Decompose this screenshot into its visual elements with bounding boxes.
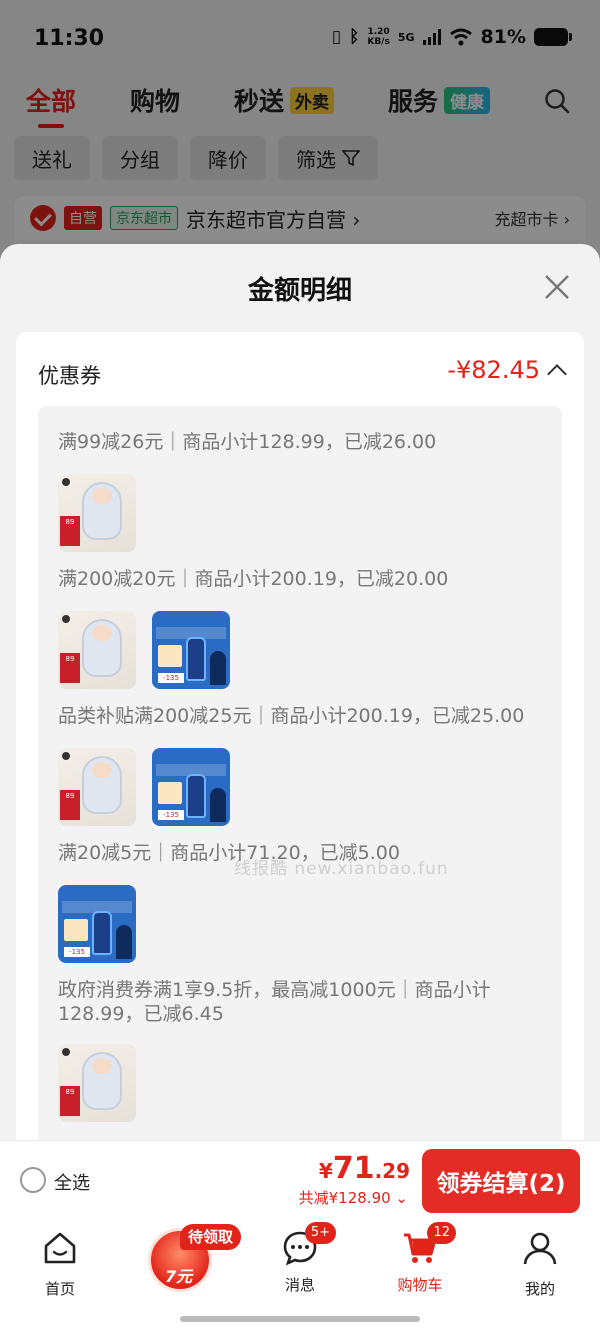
- product-thumb-cleaner[interactable]: -135: [58, 885, 136, 963]
- thumb-price-tag: -135: [158, 673, 184, 683]
- product-thumb-cleaner[interactable]: -135: [152, 611, 230, 689]
- thumb-shape: [158, 782, 182, 804]
- cart-icon-wrap: 12: [402, 1222, 456, 1266]
- nav-messages[interactable]: 5+ 消息: [260, 1222, 340, 1295]
- price-currency: ¥: [318, 1159, 333, 1183]
- thumb-shape: [92, 1058, 112, 1074]
- nav-messages-label: 消息: [284, 1276, 315, 1294]
- total-price: ¥ 71 .29: [319, 1151, 410, 1186]
- coupon-rule-text: 满200减20元｜商品小计200.19，已减20.00: [58, 568, 449, 590]
- product-thumb-baby-wrap[interactable]: 89: [58, 474, 136, 552]
- thumb-price-tag: 89: [60, 790, 80, 820]
- thumb-shape: [92, 488, 112, 504]
- thumb-price-tag: -135: [64, 947, 90, 957]
- message-icon-wrap: 5+: [282, 1222, 336, 1266]
- product-thumb-baby-wrap[interactable]: 89: [58, 1044, 136, 1122]
- thumb-price-tag: 89: [60, 1086, 80, 1116]
- coupon-amount: -¥82.45: [447, 356, 540, 384]
- nav-profile-label: 我的: [524, 1280, 555, 1298]
- thumb-shape: [92, 762, 112, 778]
- coupon-rule-text: 政府消费券满1享9.5折，最高减1000元｜商品小计128.99，已减6.45: [58, 979, 491, 1025]
- brand-logo-icon: [62, 478, 70, 486]
- coupon-rule-text: 满99减26元｜商品小计128.99，已减26.00: [58, 431, 437, 453]
- thumb-price-tag: 89: [60, 653, 80, 683]
- thumb-shape: [186, 774, 206, 818]
- coupon-rule-text: 品类补贴满200减25元｜商品小计200.19，已减25.00: [58, 705, 525, 727]
- amount-detail-sheet: 金额明细 优惠券 -¥82.45 满99减26元｜商品小计128.99，已减26…: [0, 244, 600, 1140]
- chevron-up-icon: [547, 364, 567, 384]
- home-icon: [44, 1232, 76, 1264]
- coupon-section: 优惠券 -¥82.45 满99减26元｜商品小计128.99，已减26.00 8…: [16, 332, 584, 1140]
- watermark: 线报酷 new.xianbao.fun: [234, 859, 449, 879]
- nav-profile[interactable]: 我的: [500, 1230, 580, 1299]
- coupon-label: 优惠券: [38, 364, 101, 388]
- thumb-shape: [186, 637, 206, 681]
- product-thumb-baby-wrap[interactable]: 89: [58, 611, 136, 689]
- price-decimal: .29: [374, 1159, 410, 1183]
- thumb-shape: [64, 919, 88, 941]
- checkout-button[interactable]: 领券结算(2): [422, 1149, 580, 1213]
- sheet-title: 金额明细: [247, 276, 352, 306]
- thumb-shape: [92, 625, 112, 641]
- thumb-shape: [92, 911, 112, 955]
- nav-cart-label: 购物车: [397, 1276, 443, 1294]
- total-discount-toggle[interactable]: 共减¥128.90 ⌄: [299, 1187, 408, 1208]
- brand-logo-icon: [62, 752, 70, 760]
- profile-icon: [523, 1232, 557, 1265]
- thumb-shape: [158, 645, 182, 667]
- product-thumb-baby-wrap[interactable]: 89: [58, 748, 136, 826]
- checkout-bar: 全选 ¥ 71 .29 共减¥128.90 ⌄ 领券结算(2): [0, 1140, 600, 1220]
- price-integer: 71: [332, 1151, 375, 1186]
- thumb-shape: [116, 925, 132, 959]
- nav-home-label: 首页: [44, 1280, 75, 1298]
- brand-logo-icon: [62, 615, 70, 623]
- message-badge: 5+: [304, 1222, 336, 1244]
- nav-cart[interactable]: 12 购物车: [380, 1222, 460, 1295]
- thumb-shape: [210, 788, 226, 822]
- promo-pill[interactable]: 待领取: [180, 1224, 242, 1250]
- coupon-amount-toggle[interactable]: -¥82.45: [447, 356, 567, 384]
- product-thumb-cleaner[interactable]: -135: [152, 748, 230, 826]
- thumb-price-tag: -135: [158, 810, 184, 820]
- brand-logo-icon: [62, 1048, 70, 1056]
- cart-badge: 12: [427, 1222, 456, 1244]
- coupon-detail-list: 满99减26元｜商品小计128.99，已减26.00 89 满200减20元｜商…: [38, 406, 562, 1140]
- select-all-label[interactable]: 全选: [54, 1169, 90, 1195]
- promo-amount: 7元: [165, 1267, 193, 1286]
- thumb-shape: [210, 651, 226, 685]
- thumb-price-tag: 89: [60, 516, 80, 546]
- nav-home[interactable]: 首页: [20, 1230, 100, 1299]
- close-icon[interactable]: [544, 274, 570, 300]
- home-indicator: [180, 1316, 420, 1322]
- select-all-radio[interactable]: [20, 1167, 46, 1193]
